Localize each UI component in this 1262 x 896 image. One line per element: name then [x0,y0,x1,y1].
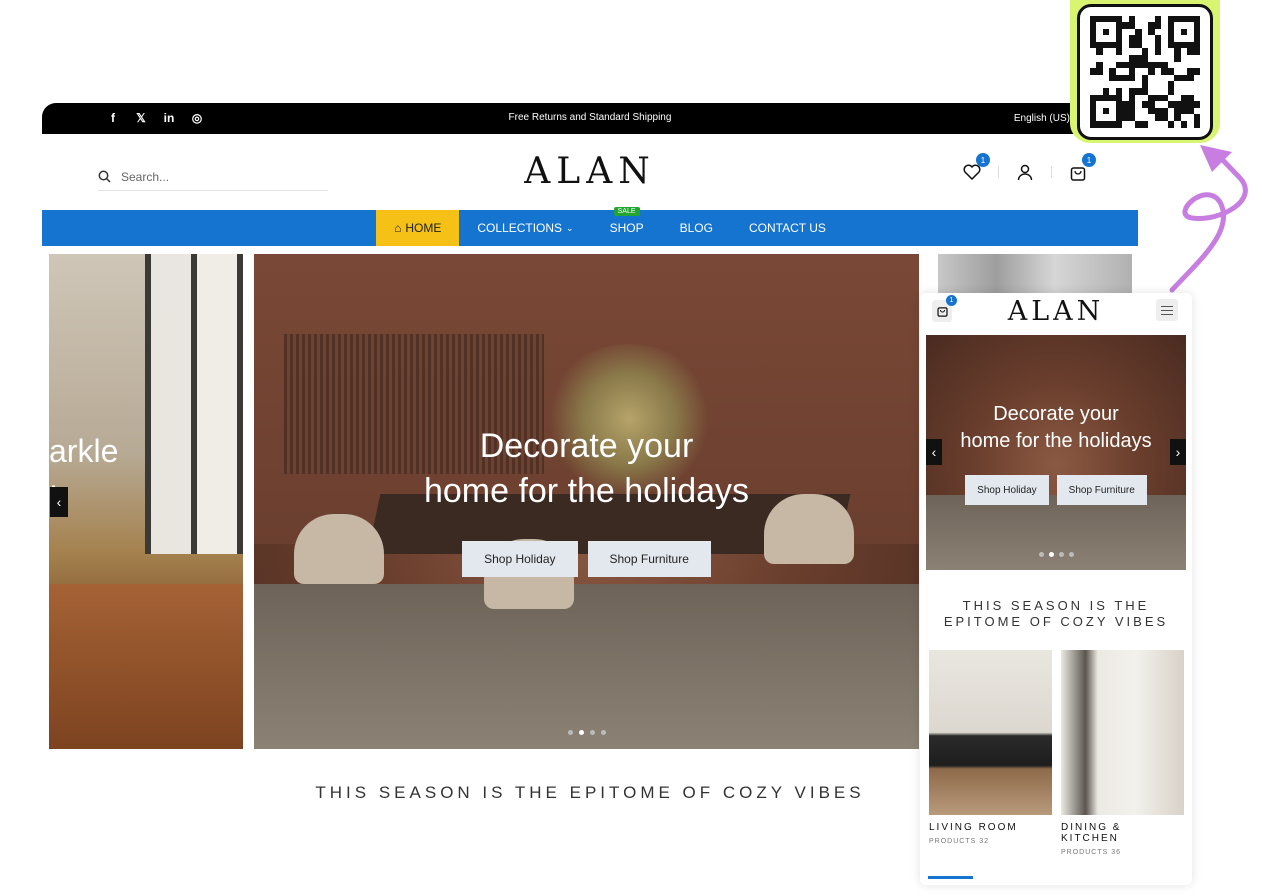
slider-dot-active[interactable] [1048,552,1054,557]
shop-furniture-button[interactable]: Shop Furniture [587,541,711,577]
nav-item-label: HOME [405,221,442,235]
dining-kitchen-image [1061,650,1184,815]
mobile-section-title: THIS SEASON IS THE EPITOME OF COZY VIBES [920,598,1192,630]
slider-dot[interactable] [1068,552,1074,557]
divider [1051,166,1052,178]
cart-button[interactable]: 1 [1068,153,1096,182]
chevron-left-icon: ‹ [931,444,937,460]
category-product-count: PRODUCTS 32 [929,838,990,845]
category-card-living-room[interactable]: LIVING ROOM PRODUCTS 32 [929,650,1052,845]
nav-item-label: SHOP [609,221,644,235]
announcement-text: Free Returns and Standard Shipping [508,112,672,123]
nav-item-collections[interactable]: COLLECTIONS ⌄ [459,210,591,246]
curved-arrow-icon [1169,145,1248,293]
mobile-section-title-line1: THIS SEASON IS THE [962,598,1150,613]
mobile-preview: 1 ALAN Decorate your home for the holida… [920,293,1192,885]
shopping-bag-icon [1070,166,1086,181]
floor-image [926,495,1186,570]
announcement-bar: f 𝕏 in ◎ Free Returns and Standard Shipp… [42,103,1138,134]
slider-dots [254,730,919,735]
hamburger-menu-icon[interactable] [1156,299,1178,321]
sale-badge: SALE [613,207,640,216]
heart-icon [963,164,981,180]
mobile-hero-slide: Decorate your home for the holidays Shop… [926,335,1186,570]
wishlist-button[interactable]: 1 [962,153,990,182]
mobile-slider-next-button[interactable]: › [1170,439,1186,465]
header-actions: 1 1 [962,153,1096,182]
chevron-left-icon: ‹ [56,494,62,510]
mobile-slider-prev-button[interactable]: ‹ [926,439,942,465]
nav-item-blog[interactable]: BLOG [662,210,731,246]
slider-dot[interactable] [567,730,573,735]
chevron-right-icon: › [1175,444,1181,460]
window-image [145,254,243,554]
category-name: DINING & KITCHEN [1061,822,1122,844]
mobile-hero-title-line1: Decorate your [993,403,1119,425]
mobile-header: 1 ALAN [920,293,1192,329]
user-icon [1017,164,1033,180]
hero-title: Decorate your home for the holidays [254,424,919,514]
category-product-count: PRODUCTS 36 [1061,849,1122,856]
qr-code-frame [1070,0,1220,143]
qr-code [1090,15,1200,128]
sofa-image [49,584,243,749]
slider-dot[interactable] [1058,552,1064,557]
slider-dot[interactable] [589,730,595,735]
mobile-slider-dots [926,552,1186,557]
shop-holiday-button[interactable]: Shop Holiday [462,541,578,577]
mobile-shop-furniture-button[interactable]: Shop Furniture [1056,475,1147,505]
divider [998,166,999,178]
slider-dot[interactable] [600,730,606,735]
mobile-logo[interactable]: ALAN [920,296,1192,327]
site-header: Search... ALAN 1 1 [42,134,1138,210]
mobile-shop-holiday-button[interactable]: Shop Holiday [965,475,1049,505]
chevron-down-icon: ⌄ [566,222,574,233]
nav-item-home[interactable]: ⌂ HOME [376,210,460,246]
language-selector[interactable]: English (US) [1014,113,1070,124]
main-navigation: ⌂ HOME COLLECTIONS ⌄ SALE SHOP BLOG CONT… [42,207,1138,246]
nav-item-label: COLLECTIONS [477,221,563,235]
floor-image [254,584,919,749]
nav-item-label: CONTACT US [748,221,826,235]
hero-title-line2: home for the holidays [423,472,750,510]
hero-slide-active: Decorate your home for the holidays Shop… [254,254,919,749]
category-name: LIVING ROOM [929,822,1018,833]
account-button[interactable] [1015,162,1035,182]
nav-item-shop[interactable]: SALE SHOP [592,207,662,246]
mobile-section-title-line2: EPITOME OF COZY VIBES [943,614,1169,629]
hero-title-line1: Decorate your [479,427,694,465]
slider-prev-button[interactable]: ‹ [50,487,68,517]
slider-dot[interactable] [1038,552,1044,557]
scroll-indicator [928,876,973,879]
hero-slide-previous: arkle ! [49,254,243,749]
nav-item-contact[interactable]: CONTACT US [731,210,844,246]
home-icon: ⌂ [394,221,402,235]
slider-dot-active[interactable] [578,730,584,735]
mobile-hero-title: Decorate your home for the holidays [926,401,1186,455]
wishlist-count-badge: 1 [976,153,990,167]
cart-count-badge: 1 [1082,153,1096,167]
living-room-image [929,650,1052,815]
mobile-hero-title-line2: home for the holidays [960,430,1152,452]
nav-item-label: BLOG [679,221,713,235]
category-card-dining-kitchen[interactable]: DINING & KITCHEN PRODUCTS 36 [1061,650,1184,856]
